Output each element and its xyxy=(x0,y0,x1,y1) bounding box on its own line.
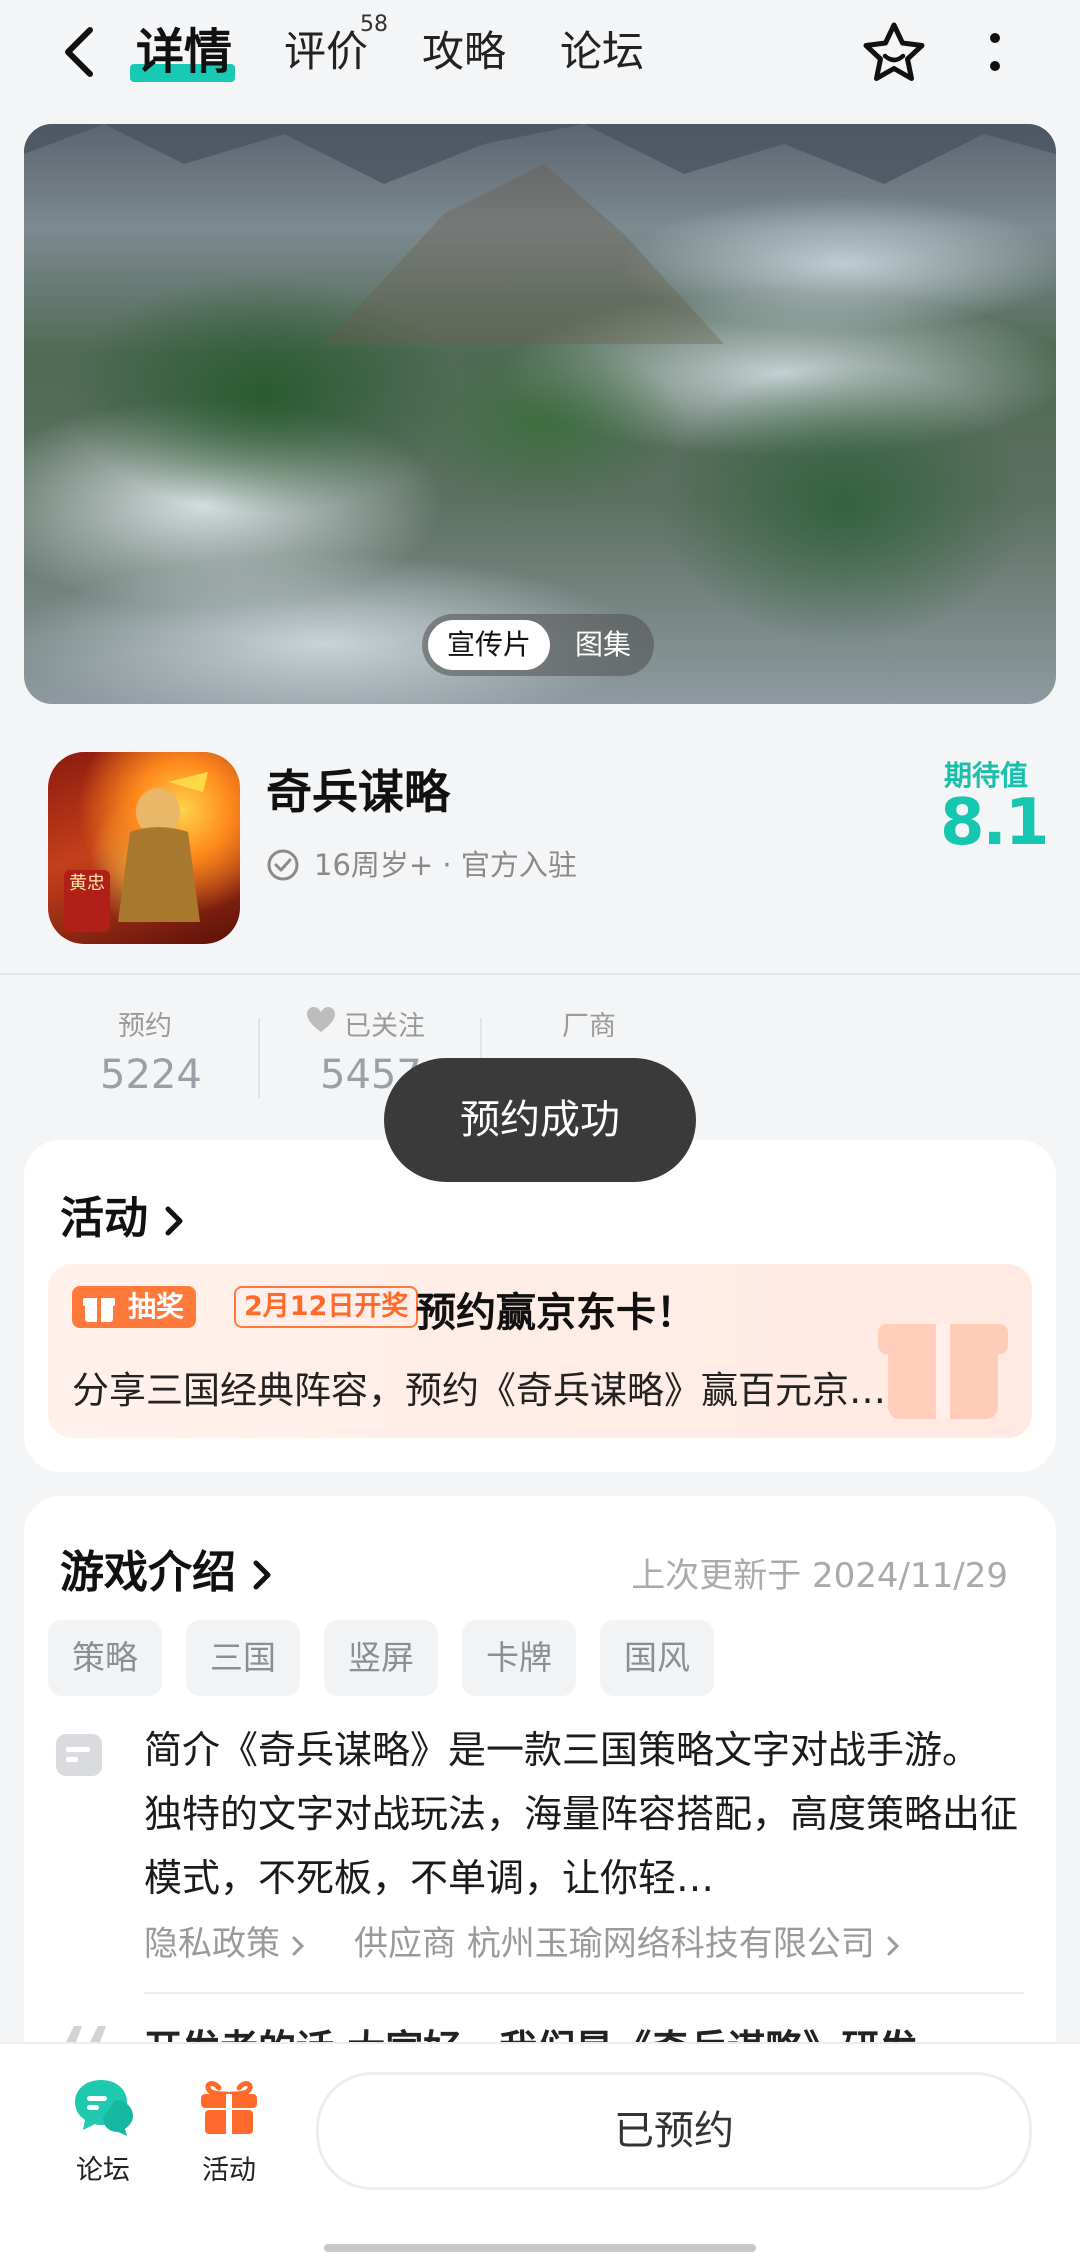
gift-icon xyxy=(83,1298,115,1322)
lottery-tag: 抽奖 xyxy=(72,1286,197,1328)
gift-icon xyxy=(201,2081,257,2134)
chevron-right-icon xyxy=(292,1936,304,1955)
heart-icon xyxy=(307,1007,335,1032)
verified-check-icon xyxy=(267,849,299,881)
favorite-star-icon[interactable] xyxy=(860,20,928,86)
more-options-icon[interactable] xyxy=(980,26,1010,82)
reserved-button[interactable]: 已预约 xyxy=(316,2072,1032,2190)
tab-details[interactable]: 详情 xyxy=(136,22,232,82)
followers-label[interactable]: 已关注 xyxy=(344,1004,425,1043)
bottom-action-bar: 论坛 活动 已预约 xyxy=(0,2042,1080,2259)
app-name: 奇兵谋略 xyxy=(266,765,450,819)
activity-label: 活动 xyxy=(202,2155,256,2186)
tab-guides[interactable]: 攻略 xyxy=(422,22,506,82)
activity-title: 活动 xyxy=(60,1193,148,1244)
reservation-success-toast: 预约成功 xyxy=(384,1058,696,1182)
reservation-label: 预约 xyxy=(118,1011,172,1042)
draw-date-tag: 2月12日开奖 xyxy=(234,1286,419,1328)
supplier-link[interactable]: 供应商 杭州玉瑜网络科技有限公司 xyxy=(354,1916,900,1965)
chevron-right-icon xyxy=(165,1206,183,1236)
chat-bubble-icon xyxy=(75,2080,133,2136)
app-icon: 黄忠 xyxy=(48,752,240,944)
privacy-policy-link[interactable]: 隐私政策 xyxy=(144,1916,305,1965)
general-figure-icon xyxy=(118,772,208,922)
genre-tag[interactable]: 卡牌 xyxy=(462,1620,576,1696)
media-type-toggle: 宣传片 图集 xyxy=(422,614,654,676)
activity-card: 活动 抽奖 2月12日开奖 预约赢京东卡！ 分享三国经典阵容，预约《奇兵谋略》赢… xyxy=(24,1140,1056,1472)
promo-video-banner[interactable]: 宣传片 图集 xyxy=(24,124,1056,704)
genre-tag[interactable]: 竖屏 xyxy=(324,1620,438,1696)
trailer-tab[interactable]: 宣传片 xyxy=(428,620,550,670)
promo-description: 分享三国经典阵容，预约《奇兵谋略》赢百元京… xyxy=(72,1369,886,1412)
tab-forum[interactable]: 论坛 xyxy=(560,22,644,82)
icon-seal: 黄忠 xyxy=(64,870,110,932)
stat-separator xyxy=(258,1018,260,1098)
reservation-count: 5224 xyxy=(100,1052,202,1098)
supplier-label: 供应商 杭州玉瑜网络科技有限公司 xyxy=(354,1924,875,1964)
lottery-tag-label: 抽奖 xyxy=(128,1290,185,1323)
privacy-policy-label: 隐私政策 xyxy=(144,1924,280,1964)
chevron-right-icon xyxy=(887,1936,899,1955)
lottery-promo-banner[interactable]: 抽奖 2月12日开奖 预约赢京东卡！ 分享三国经典阵容，预约《奇兵谋略》赢百元京… xyxy=(48,1264,1032,1438)
tab-reviews[interactable]: 评价 xyxy=(284,22,368,82)
genre-tag[interactable]: 三国 xyxy=(186,1620,300,1696)
back-arrow-icon[interactable] xyxy=(56,22,106,82)
game-intro-card: 游戏介绍 上次更新于 2024/11/29 策略 三国 竖屏 卡牌 国风 简介《… xyxy=(24,1496,1056,2116)
expectation-score: 8.1 xyxy=(940,786,1049,860)
last-updated-date: 上次更新于 2024/11/29 xyxy=(631,1556,1008,1596)
home-indicator[interactable] xyxy=(324,2244,756,2252)
promo-headline: 预约赢京东卡！ xyxy=(416,1290,696,1336)
activity-section-header[interactable]: 活动 xyxy=(60,1182,185,1246)
genre-tag[interactable]: 策略 xyxy=(48,1620,162,1696)
forum-label: 论坛 xyxy=(76,2155,130,2186)
forum-button[interactable]: 论坛 xyxy=(48,2074,158,2187)
publisher-label: 厂商 xyxy=(562,1011,616,1042)
section-divider xyxy=(0,973,1080,975)
age-rating-and-status: 16周岁+ · 官方入驻 xyxy=(314,848,577,882)
activity-button[interactable]: 活动 xyxy=(174,2074,284,2187)
review-count-badge: 58 xyxy=(360,12,388,37)
top-nav: 详情 评价 58 攻略 论坛 xyxy=(0,0,1080,110)
gallery-tab[interactable]: 图集 xyxy=(558,620,648,670)
intro-title: 游戏介绍 xyxy=(60,1547,236,1598)
chevron-right-icon xyxy=(253,1560,271,1590)
genre-tag[interactable]: 国风 xyxy=(600,1620,714,1696)
document-icon xyxy=(56,1734,102,1776)
game-summary[interactable]: 简介《奇兵谋略》是一款三国策略文字对战手游。 独特的文字对战玩法，海量阵容搭配，… xyxy=(144,1718,1024,1910)
mountain-scenery-image xyxy=(24,124,1056,344)
intro-section-header[interactable]: 游戏介绍 xyxy=(60,1536,273,1600)
card-divider xyxy=(144,1992,1024,1994)
